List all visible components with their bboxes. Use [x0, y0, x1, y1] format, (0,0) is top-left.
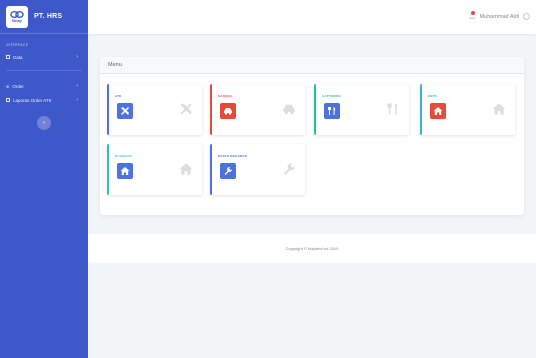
tools-icon: [179, 102, 193, 116]
sidebar-item-laporan[interactable]: Laporan Order ATK ›: [0, 93, 88, 107]
home-icon: [117, 163, 133, 179]
tile-title: MEPS: [428, 94, 438, 98]
chevron-right-icon: ›: [76, 97, 78, 103]
sidebar-toggle-button[interactable]: ‹: [37, 116, 51, 130]
utensils-icon: [324, 103, 340, 119]
sidebar-item-label: Order: [12, 83, 24, 89]
home-icon: [492, 102, 506, 116]
tile-title: RUANGAN: [115, 154, 132, 158]
sidebar-item-order[interactable]: ⊕ Order ›: [0, 79, 88, 93]
menu-tile-meps[interactable]: MEPS: [420, 84, 515, 135]
home-icon: [430, 103, 446, 119]
cart-icon: ⊕: [6, 83, 10, 89]
chevron-right-icon: ›: [76, 83, 78, 89]
tile-title: RATER MAKANAN: [218, 154, 248, 158]
menu-tile-sarana[interactable]: SARANA: [210, 84, 305, 135]
tile-title: SARANA: [218, 94, 233, 98]
copyright-text: Copyright © Majaleni.nd 2019: [285, 246, 339, 251]
tools-icon: [117, 103, 133, 119]
menu-tile-cattering[interactable]: CATTERING: [314, 84, 409, 135]
user-name[interactable]: Muhammad Aldi: [480, 14, 519, 20]
utensils-icon: [386, 102, 400, 116]
tile-title: CATTERING: [322, 94, 342, 98]
wrench-icon: [220, 163, 236, 179]
user-area[interactable]: 🔔︎ Muhammad Aldi: [468, 11, 530, 20]
sidebar: Bnay PT. HRS INTERFACE Data › ⊕ Order › L…: [0, 0, 88, 358]
sidebar-heading: INTERFACE: [6, 43, 29, 47]
sidebar-item-data[interactable]: Data ›: [0, 50, 88, 64]
car-icon: [220, 103, 236, 119]
brand-logo: Bnay: [6, 5, 28, 28]
menu-tile-rater-makanan[interactable]: RATER MAKANAN: [210, 144, 305, 195]
chevron-left-icon: ‹: [43, 120, 45, 126]
footer: Copyright © Majaleni.nd 2019: [88, 234, 536, 263]
bell-icon[interactable]: 🔔︎: [468, 11, 476, 20]
folder-icon: [6, 55, 10, 59]
sidebar-item-label: Data: [13, 54, 23, 60]
menu-tile-atk[interactable]: ATK: [107, 84, 202, 135]
car-icon: [282, 102, 296, 116]
avatar[interactable]: [523, 13, 530, 20]
chevron-right-icon: ›: [76, 54, 78, 60]
wrench-icon: [282, 162, 296, 176]
report-icon: [6, 98, 10, 102]
notification-badge: [470, 11, 475, 15]
brand-name: PT. HRS: [34, 13, 63, 20]
brand[interactable]: Bnay PT. HRS: [0, 0, 88, 34]
topbar: 🔔︎ Muhammad Aldi: [88, 0, 536, 34]
sidebar-divider: [6, 70, 82, 71]
menu-header: Menu: [100, 57, 524, 74]
brand-logo-text: Bnay: [12, 18, 22, 23]
sidebar-item-label: Laporan Order ATK: [13, 97, 52, 103]
menu-tile-ruangan[interactable]: RUANGAN: [107, 144, 202, 195]
tile-title: ATK: [115, 94, 122, 98]
home-icon: [179, 162, 193, 176]
